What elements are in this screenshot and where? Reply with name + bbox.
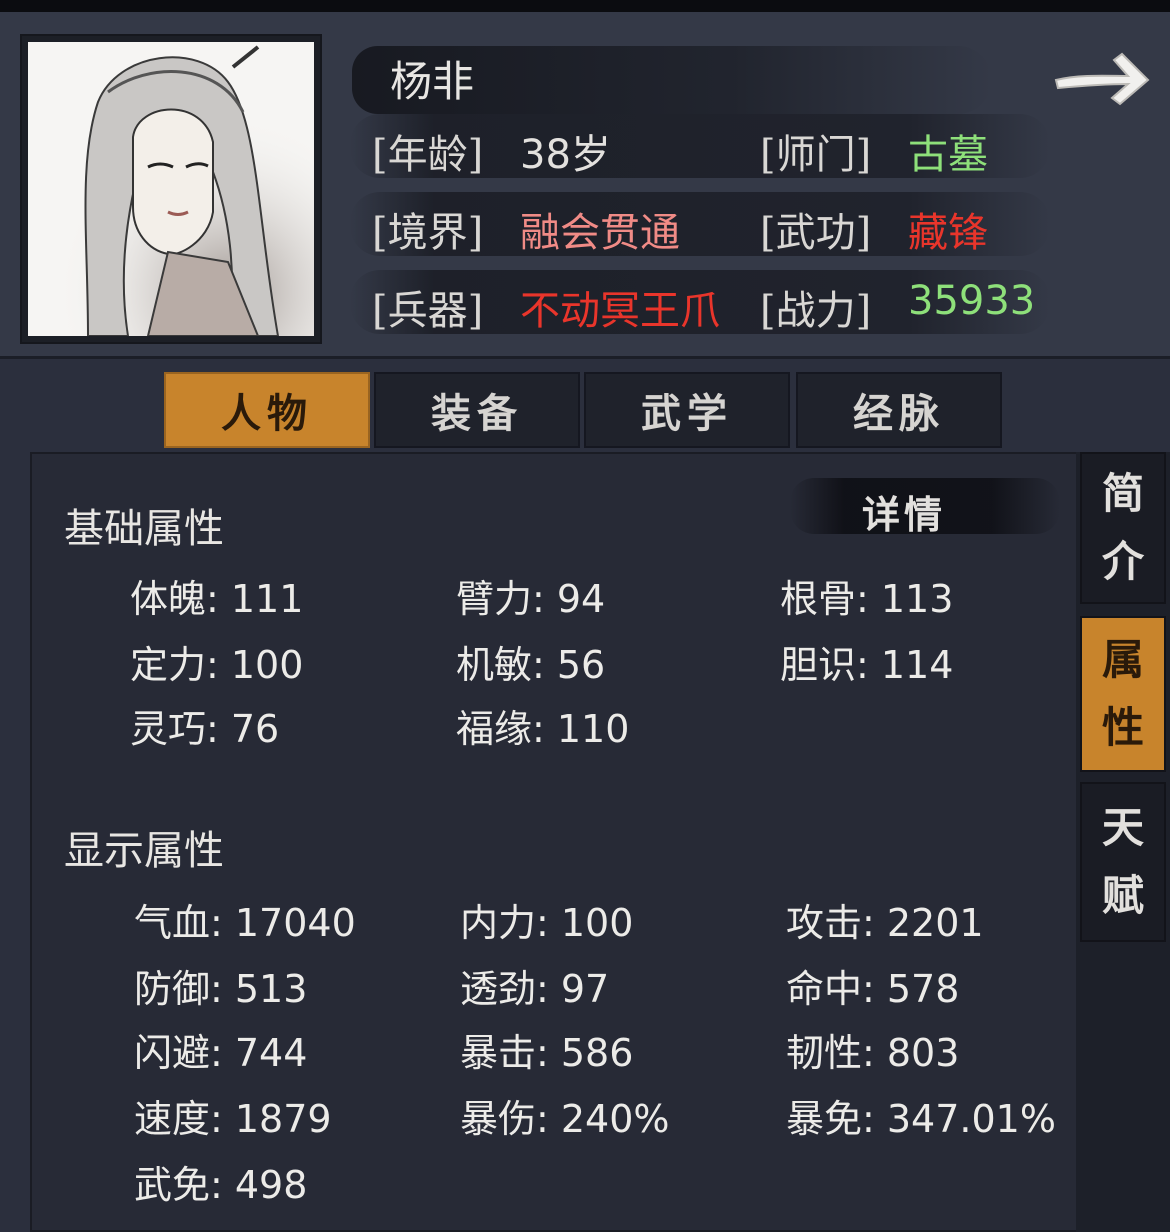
character-header: 杨非 [年龄] 38岁 [师门] 古墓 [境界] 融会贯通 [武功] 藏锋 [兵…: [0, 12, 1170, 359]
side-tab-talent-char-1: 天: [1101, 803, 1144, 852]
sect-label: [师门]: [760, 132, 872, 178]
age-value: 38岁: [520, 132, 611, 178]
side-tab-talent-char-2: 赋: [1101, 871, 1144, 920]
side-tabs: 简 介 属 性 天 赋: [1076, 452, 1170, 1232]
power-value: 35933: [908, 278, 1036, 324]
basic-attributes-title: 基础属性: [64, 506, 224, 552]
stat-bone: 根骨: 113: [780, 577, 954, 621]
top-strip: [0, 0, 1170, 12]
stat-accuracy: 命中: 578: [786, 967, 960, 1011]
power-label: [战力]: [760, 288, 872, 334]
side-tab-attributes[interactable]: 属 性: [1080, 616, 1166, 772]
tab-meridians[interactable]: 经脉: [796, 372, 1002, 448]
stat-fortune: 福缘: 110: [456, 707, 630, 751]
stat-dodge: 闪避: 744: [134, 1031, 308, 1075]
realm-label: [境界]: [372, 210, 484, 256]
stat-agility: 机敏: 56: [456, 643, 606, 687]
side-tab-talent[interactable]: 天 赋: [1080, 782, 1166, 942]
weapon-value: 不动冥王爪: [520, 288, 720, 334]
tab-character[interactable]: 人物: [164, 372, 370, 448]
stat-inner-power: 内力: 100: [460, 901, 634, 945]
display-attributes-title: 显示属性: [64, 828, 224, 874]
stat-martial-immunity: 武免: 498: [134, 1163, 308, 1207]
weapon-label: [兵器]: [372, 288, 484, 334]
stat-physique: 体魄: 111: [130, 577, 304, 621]
age-label: [年龄]: [372, 132, 484, 178]
stat-hp: 气血: 17040: [134, 901, 356, 945]
character-portrait: [28, 42, 314, 336]
realm-value: 融会贯通: [520, 210, 680, 256]
stat-penetration: 透劲: 97: [460, 967, 610, 1011]
stat-speed: 速度: 1879: [134, 1097, 332, 1141]
stat-dexterity: 灵巧: 76: [130, 707, 280, 751]
side-tab-attributes-char-2: 性: [1101, 703, 1144, 752]
right-arrow-icon[interactable]: [1050, 46, 1154, 110]
martial-label: [武功]: [760, 210, 872, 256]
side-tab-intro[interactable]: 简 介: [1080, 452, 1166, 604]
stat-toughness: 韧性: 803: [786, 1031, 960, 1075]
detail-button[interactable]: 详情: [862, 484, 946, 539]
stat-crit-damage: 暴伤: 240%: [460, 1097, 670, 1141]
character-name: 杨非: [390, 57, 475, 106]
side-tab-attributes-char-1: 属: [1101, 635, 1144, 684]
stat-attack: 攻击: 2201: [786, 901, 984, 945]
portrait-drawing: [28, 42, 314, 336]
stat-crit-immunity: 暴免: 347.01%: [786, 1097, 1056, 1141]
stat-courage: 胆识: 114: [780, 643, 954, 687]
stat-composure: 定力: 100: [130, 643, 304, 687]
martial-value: 藏锋: [908, 210, 988, 256]
tab-martial-arts[interactable]: 武学: [584, 372, 790, 448]
portrait-frame: [22, 36, 320, 342]
sect-value: 古墓: [908, 132, 988, 178]
tab-equipment[interactable]: 装备: [374, 372, 580, 448]
main-tabs: 人物 装备 武学 经脉: [160, 372, 1010, 448]
side-tab-intro-char-2: 介: [1101, 537, 1144, 586]
stat-defense: 防御: 513: [134, 967, 308, 1011]
side-tab-intro-char-1: 简: [1101, 469, 1144, 518]
right-arrow-icon-svg: [1054, 52, 1150, 106]
stat-crit: 暴击: 586: [460, 1031, 634, 1075]
stat-arm-strength: 臂力: 94: [456, 577, 606, 621]
